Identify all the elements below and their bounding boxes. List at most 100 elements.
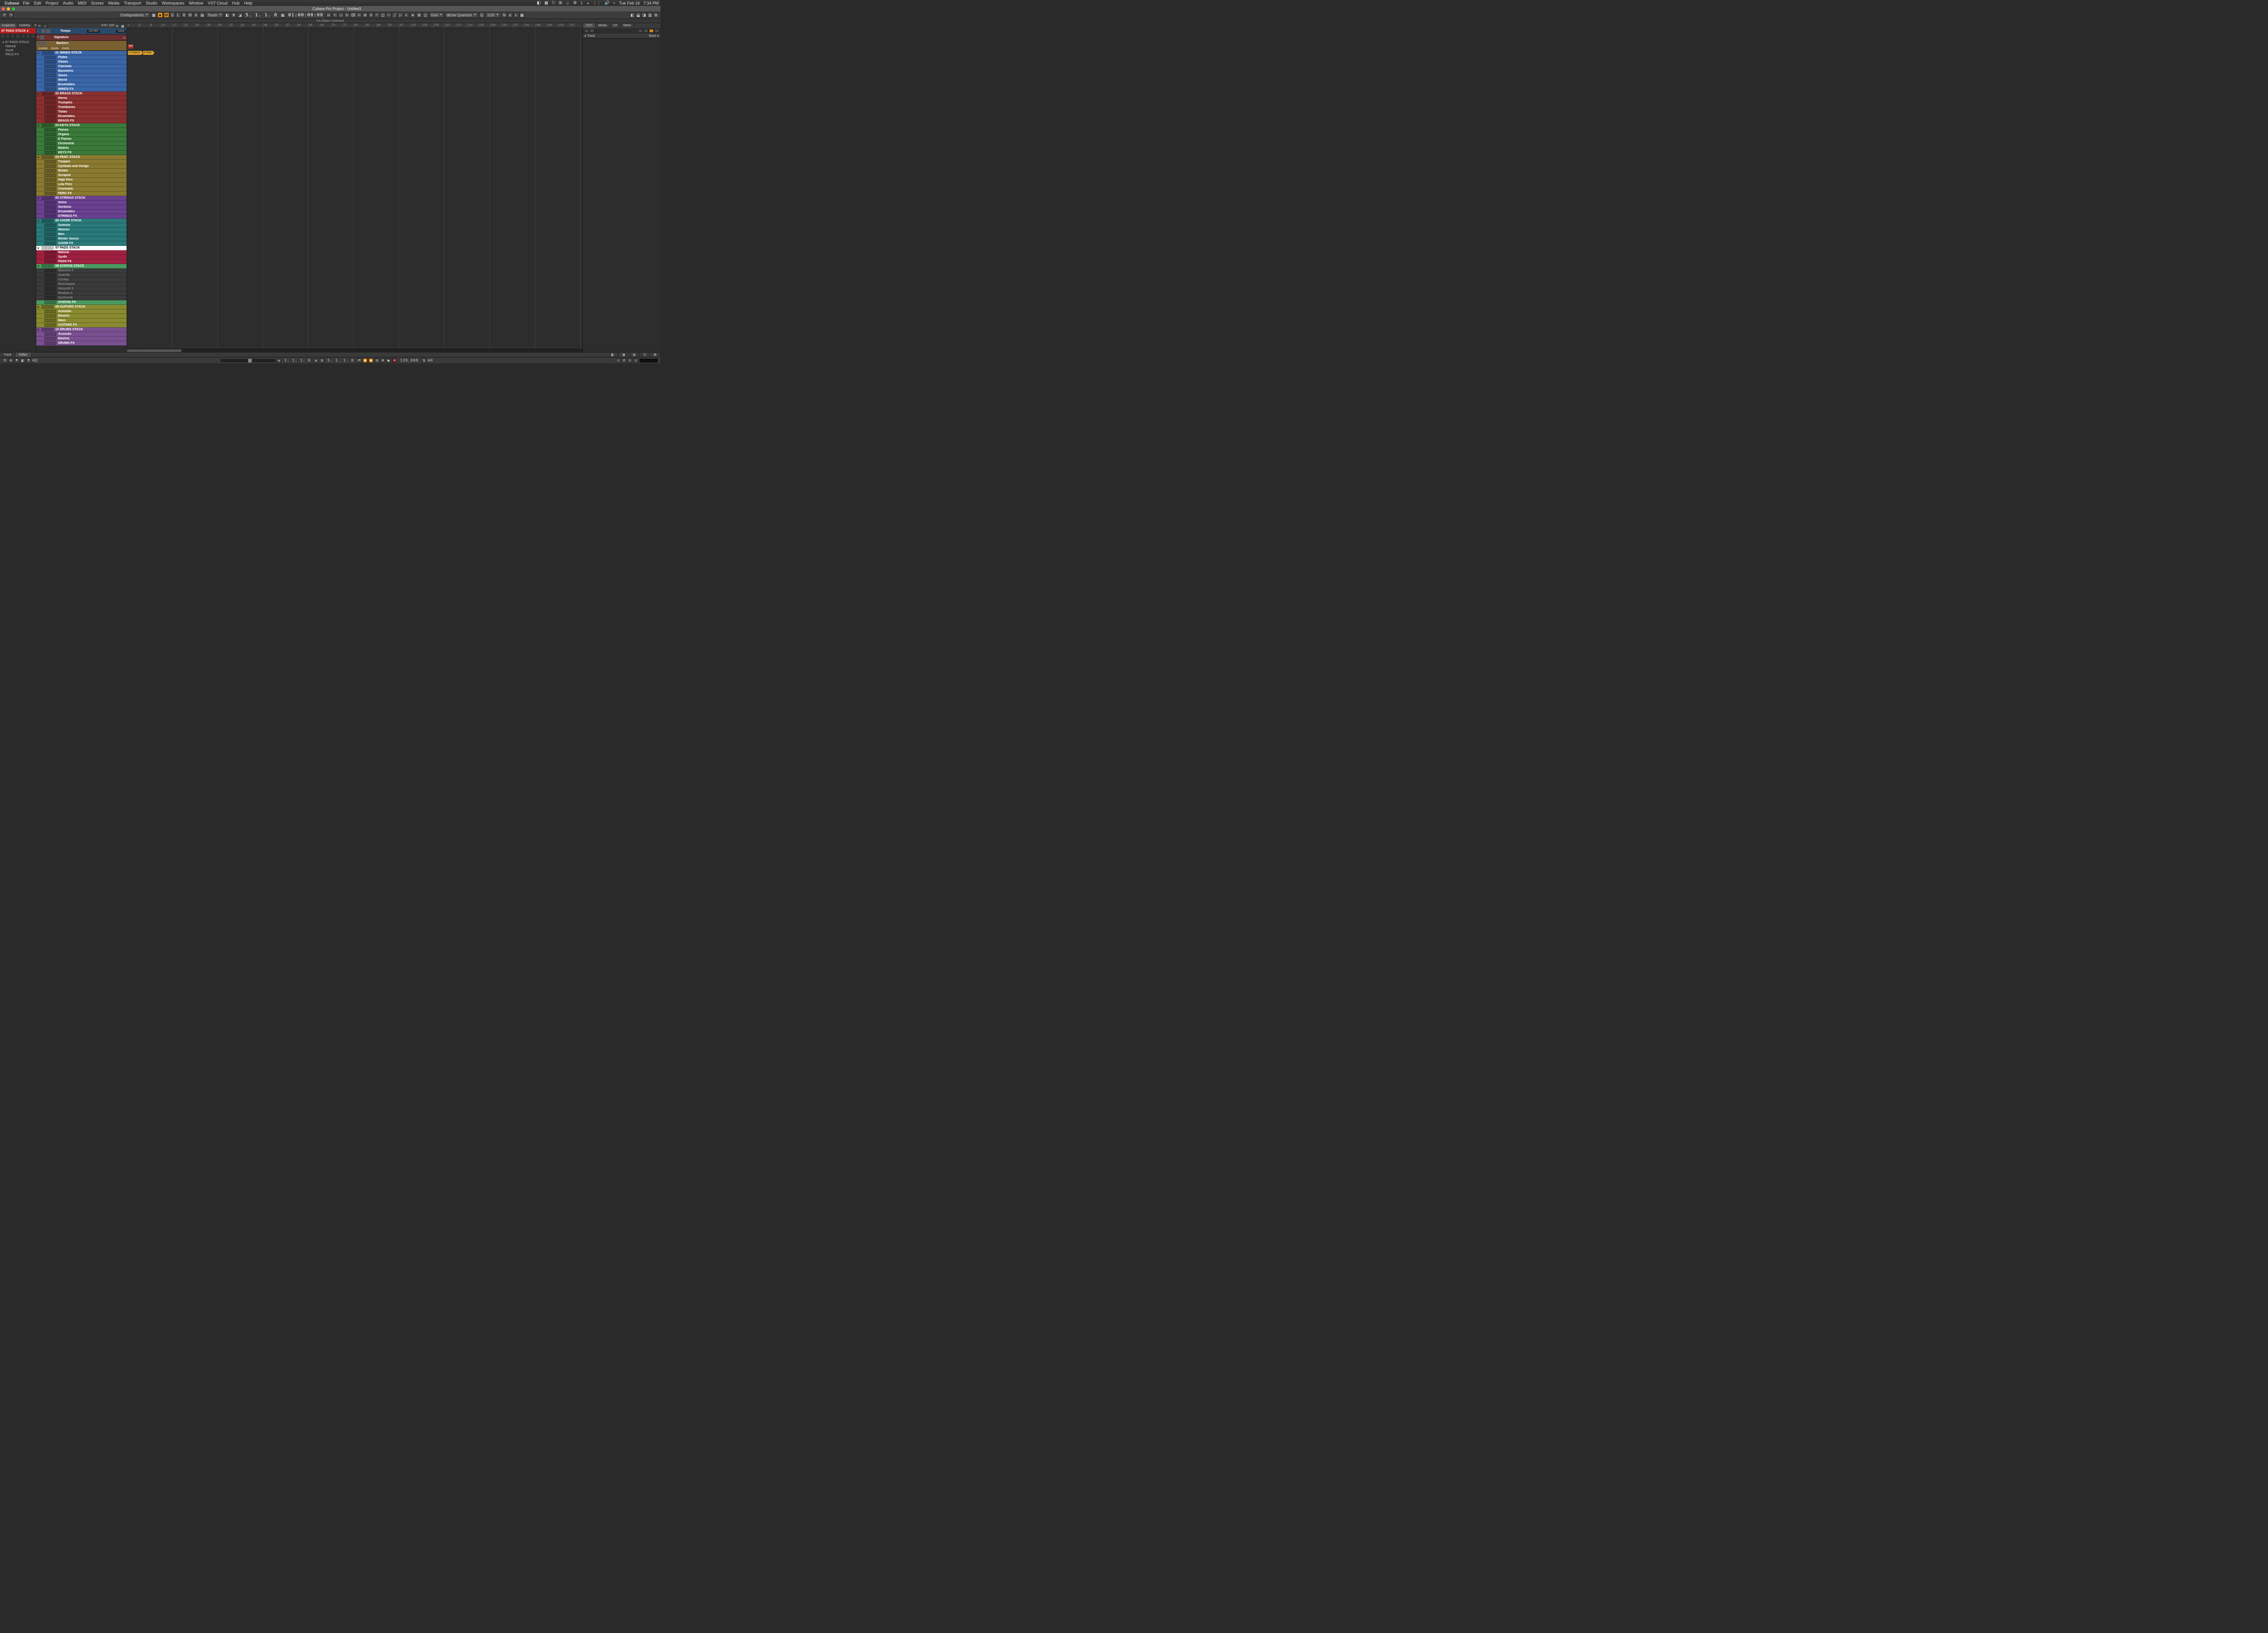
solo-button[interactable] xyxy=(49,151,52,154)
mute-button[interactable] xyxy=(44,332,48,336)
cycle-button[interactable]: ⟲ xyxy=(375,358,379,363)
mute-button[interactable] xyxy=(44,201,48,204)
mute-button[interactable] xyxy=(42,246,45,249)
color-tool-button[interactable]: ◧ xyxy=(225,12,230,18)
mute-button[interactable] xyxy=(44,187,48,191)
solo-button[interactable] xyxy=(49,160,52,163)
solo-button[interactable] xyxy=(49,224,52,227)
mute-button[interactable] xyxy=(44,292,48,295)
mute-button[interactable] xyxy=(44,133,48,136)
solo-button[interactable] xyxy=(49,332,52,336)
track-row[interactable]: Absynth 5 xyxy=(36,287,127,291)
record-enable-button[interactable] xyxy=(53,215,56,218)
solo-button[interactable] xyxy=(49,106,52,109)
marker-event[interactable]: 3: Start xyxy=(143,51,154,55)
mute-button[interactable] xyxy=(44,233,48,236)
solo-button[interactable] xyxy=(46,264,49,268)
track-control[interactable] xyxy=(37,41,41,45)
record-enable-button[interactable] xyxy=(53,183,56,186)
inspector-read-button[interactable] xyxy=(15,34,20,39)
record-enable-button[interactable] xyxy=(50,219,54,222)
state-button-a[interactable]: A xyxy=(193,12,199,18)
inspector-tab[interactable]: Inspector xyxy=(0,23,17,28)
mute-button[interactable] xyxy=(44,342,48,345)
menu-extra-icon[interactable]: ⎋ xyxy=(552,0,555,5)
mute-button[interactable] xyxy=(44,101,48,104)
record-enable-button[interactable] xyxy=(53,119,56,122)
rack-settings-button[interactable] xyxy=(649,29,654,33)
media-tab[interactable]: Media xyxy=(596,23,610,28)
record-enable-button[interactable] xyxy=(53,292,56,295)
record-enable-button[interactable] xyxy=(53,237,56,240)
menu-extra-icon[interactable]: ◑ xyxy=(587,1,589,5)
track-row[interactable]: Ensembles xyxy=(36,114,127,119)
track-row[interactable]: Cinematic xyxy=(36,187,127,191)
record-enable-button[interactable] xyxy=(50,305,54,308)
track-row[interactable]: Acoustic xyxy=(36,332,127,337)
track-row[interactable]: Saxes xyxy=(36,73,127,78)
solo-button[interactable] xyxy=(46,219,49,222)
solo-button[interactable] xyxy=(49,142,52,145)
signature-options[interactable]: ▭ xyxy=(122,36,126,39)
range-tool[interactable]: ▭ xyxy=(338,12,344,18)
record-enable-button[interactable] xyxy=(53,323,56,327)
solo-button[interactable] xyxy=(49,88,52,91)
track-row[interactable]: Pianos xyxy=(36,128,127,132)
track-row[interactable]: Cyclop xyxy=(36,278,127,282)
solo-button[interactable] xyxy=(46,305,49,308)
quantize-value-select[interactable]: 1/16▼ xyxy=(485,12,501,18)
mute-button[interactable] xyxy=(44,110,48,113)
track-row[interactable]: Tubas xyxy=(36,110,127,114)
record-enable-button[interactable] xyxy=(53,60,56,64)
solo-button[interactable] xyxy=(49,255,52,259)
iq-button[interactable]: % xyxy=(502,12,507,18)
visibility-tab[interactable]: Visibility xyxy=(17,23,33,28)
mute-button[interactable] xyxy=(44,260,48,263)
folder-toggle-icon[interactable]: ▸ xyxy=(36,196,41,200)
primary-position[interactable]: 5. 1. 1. 0 xyxy=(244,13,279,18)
menu-workspaces[interactable]: Workspaces xyxy=(162,1,184,5)
track-row[interactable]: Synth xyxy=(36,255,127,259)
comp-tool[interactable]: ◫ xyxy=(380,12,386,18)
solo-button[interactable] xyxy=(46,246,49,249)
solo-button[interactable] xyxy=(49,296,52,299)
transport-dropdown[interactable]: ▼ xyxy=(15,358,19,363)
history-undo-button[interactable]: ↶ xyxy=(2,12,7,18)
record-enable-button[interactable] xyxy=(53,78,56,82)
record-enable-button[interactable] xyxy=(53,101,56,104)
record-enable-button[interactable] xyxy=(53,301,56,304)
record-enable-button[interactable] xyxy=(53,65,56,68)
track-row[interactable]: WINDS FX xyxy=(36,87,127,92)
folder-track[interactable]: ▸01 WINDS STACK xyxy=(36,51,127,55)
folder-toggle-icon[interactable]: ▸ xyxy=(36,123,41,127)
mute-button[interactable] xyxy=(44,142,48,145)
inspector-listen-button[interactable] xyxy=(10,34,15,39)
state-button-m[interactable]: M xyxy=(164,12,169,18)
record-enable-button[interactable] xyxy=(53,137,56,141)
find-track-button[interactable]: ⚲ xyxy=(115,24,120,28)
track-row[interactable]: Syntronik xyxy=(36,296,127,300)
track-row[interactable]: Soloists xyxy=(36,223,127,228)
mute-button[interactable] xyxy=(44,228,48,231)
record-enable-button[interactable] xyxy=(53,133,56,136)
record-enable-button[interactable] xyxy=(53,314,56,318)
record-enable-button[interactable] xyxy=(50,328,54,331)
folder-toggle-icon[interactable]: ▸ xyxy=(36,92,41,96)
record-enable-button[interactable] xyxy=(50,51,54,54)
record-enable-button[interactable] xyxy=(53,69,56,73)
mute-button[interactable] xyxy=(44,278,48,281)
track-row[interactable]: PADS FX xyxy=(36,259,127,264)
record-enable-button[interactable] xyxy=(50,264,54,268)
cr-tab[interactable]: CR xyxy=(610,23,621,28)
lower-zone-button[interactable]: ◨ xyxy=(618,352,629,357)
line-tool[interactable]: ╱ xyxy=(392,12,397,18)
state-button-w[interactable]: W xyxy=(187,12,193,18)
arrow-tool[interactable]: ↖ xyxy=(332,12,338,18)
solo-button[interactable] xyxy=(49,337,52,340)
snap-mode-select[interactable]: Grid▼ xyxy=(429,12,444,18)
record-enable-button[interactable] xyxy=(53,337,56,340)
mute-button[interactable] xyxy=(44,128,48,132)
snap-toggle[interactable]: ⊠ xyxy=(416,12,422,18)
mute-button[interactable] xyxy=(44,183,48,186)
app-name[interactable]: Cubase xyxy=(5,1,20,5)
